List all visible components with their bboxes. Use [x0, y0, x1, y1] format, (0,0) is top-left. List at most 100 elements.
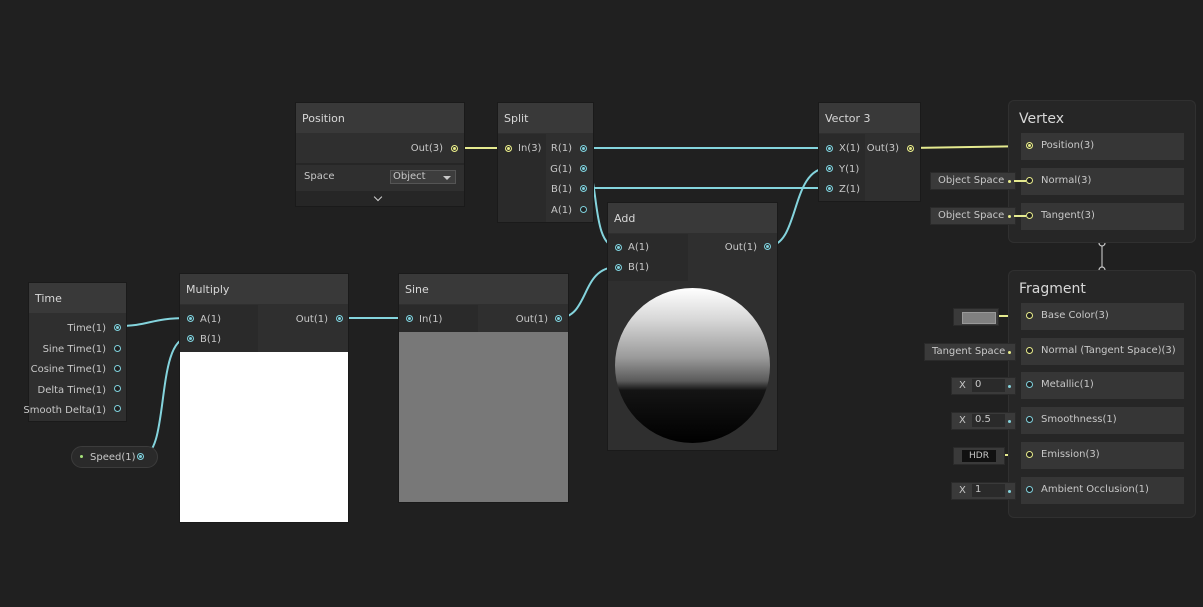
- fragment-slot-base-color[interactable]: Base Color(3): [1020, 302, 1185, 331]
- port-label: X(1): [839, 143, 861, 154]
- out-port-a[interactable]: [580, 206, 587, 213]
- out-port-cosine-time[interactable]: [114, 365, 121, 372]
- time-node[interactable]: Time Time(1) Sine Time(1) Cosine Time(1)…: [23, 283, 126, 421]
- value-field[interactable]: 0.5: [972, 414, 1005, 427]
- port-label: B(1): [628, 262, 650, 273]
- slot-port[interactable]: [1026, 347, 1033, 354]
- hdr-swatch[interactable]: HDR: [962, 450, 996, 462]
- context-title: Vertex: [1019, 111, 1065, 127]
- fragment-slot-metallic[interactable]: Metallic(1): [1020, 371, 1185, 400]
- property-indicator-icon: [80, 455, 83, 458]
- space-dropdown[interactable]: Object: [390, 170, 456, 184]
- node-title: Position: [302, 112, 345, 125]
- out-port[interactable]: [907, 145, 914, 152]
- preview-image: [180, 352, 348, 522]
- base-color-input[interactable]: [953, 308, 999, 326]
- in-port-z[interactable]: [826, 185, 833, 192]
- split-node[interactable]: Split In(3) R(1) G(1) B(1) A(1): [498, 103, 593, 222]
- input-dot-icon: [1008, 420, 1011, 423]
- out-port[interactable]: [555, 315, 562, 322]
- sine-node[interactable]: Sine In(1) Out(1): [399, 274, 568, 502]
- value-field[interactable]: 0: [972, 379, 1005, 392]
- out-port-b[interactable]: [580, 185, 587, 192]
- in-port-b[interactable]: [615, 264, 622, 271]
- node-title: Sine: [405, 283, 429, 296]
- vertex-slot-position[interactable]: Position(3): [1020, 132, 1185, 161]
- out-port[interactable]: [137, 453, 144, 460]
- slot-port[interactable]: [1026, 312, 1033, 319]
- port-label: Out(1): [515, 314, 548, 325]
- out-port[interactable]: [336, 315, 343, 322]
- node-title: Add: [614, 212, 636, 225]
- slot-port[interactable]: [1026, 416, 1033, 423]
- add-node[interactable]: Add A(1) B(1) Out(1): [608, 203, 777, 450]
- slot-port[interactable]: [1026, 381, 1033, 388]
- preview-image: [399, 332, 568, 502]
- slot-port[interactable]: [1026, 486, 1033, 493]
- preview-area: [608, 281, 777, 450]
- tangent-space-input[interactable]: Tangent Space: [924, 343, 1016, 361]
- in-port-x[interactable]: [826, 145, 833, 152]
- out-port-g[interactable]: [580, 165, 587, 172]
- out-port-r[interactable]: [580, 145, 587, 152]
- fragment-context[interactable]: Fragment Base Color(3) Normal (Tangent S…: [1009, 271, 1195, 517]
- input-dot-icon: [1008, 385, 1011, 388]
- context-title: Fragment: [1019, 281, 1086, 297]
- port-label: A(1): [628, 242, 650, 253]
- space-label: Space: [304, 171, 335, 182]
- out-port[interactable]: [764, 243, 771, 250]
- color-swatch[interactable]: [962, 312, 996, 324]
- normal-space-input[interactable]: Object Space: [930, 172, 1016, 190]
- out-port-smooth-delta[interactable]: [114, 405, 121, 412]
- property-label: Speed(1): [90, 452, 136, 463]
- vector3-node[interactable]: Vector 3 X(1) Y(1) Z(1) Out(3): [819, 103, 920, 201]
- smoothness-input[interactable]: X 0.5: [951, 412, 1016, 430]
- speed-property-node[interactable]: Speed(1): [71, 446, 158, 468]
- slot-port[interactable]: [1026, 177, 1033, 184]
- tangent-space-input[interactable]: Object Space: [930, 207, 1016, 225]
- in-port-a[interactable]: [187, 315, 194, 322]
- out-port-delta-time[interactable]: [114, 385, 121, 392]
- ambient-occlusion-input[interactable]: X 1: [951, 482, 1016, 500]
- axis-label: X: [959, 415, 966, 426]
- vertex-slot-normal[interactable]: Normal(3): [1020, 167, 1185, 196]
- in-port[interactable]: [505, 145, 512, 152]
- vertex-slot-tangent[interactable]: Tangent(3): [1020, 202, 1185, 231]
- value-field[interactable]: 1: [972, 484, 1005, 497]
- node-title: Multiply: [186, 283, 230, 296]
- emission-input[interactable]: HDR: [953, 447, 1005, 465]
- input-value: Object Space: [938, 210, 1005, 221]
- port-label: R(1): [550, 143, 572, 154]
- port-label: In(3): [518, 143, 542, 154]
- multiply-node[interactable]: Multiply A(1) B(1) Out(1): [180, 274, 348, 522]
- out-port[interactable]: [451, 145, 458, 152]
- node-title: Split: [504, 112, 529, 125]
- input-value: Object Space: [938, 175, 1005, 186]
- slot-port[interactable]: [1026, 212, 1033, 219]
- port-label: Out(1): [295, 314, 328, 325]
- port-label: Out(3): [866, 143, 899, 154]
- port-label: A(1): [550, 205, 572, 216]
- fragment-slot-smoothness[interactable]: Smoothness(1): [1020, 406, 1185, 435]
- out-port-time[interactable]: [114, 324, 121, 331]
- fragment-slot-ambient-occlusion[interactable]: Ambient Occlusion(1): [1020, 476, 1185, 505]
- port-label: Out(3): [410, 143, 443, 154]
- in-port-a[interactable]: [615, 244, 622, 251]
- position-node[interactable]: Position Out(3) Space Object: [296, 103, 464, 206]
- fragment-slot-normal[interactable]: Normal (Tangent Space)(3): [1020, 337, 1185, 366]
- axis-label: X: [959, 380, 966, 391]
- in-port-y[interactable]: [826, 165, 833, 172]
- in-port[interactable]: [406, 315, 413, 322]
- in-port-b[interactable]: [187, 335, 194, 342]
- out-port-sine-time[interactable]: [114, 345, 121, 352]
- vertex-context[interactable]: Vertex Position(3) Normal(3) Tangent(3): [1009, 101, 1195, 242]
- port-label: Cosine Time(1): [30, 364, 106, 375]
- slot-port[interactable]: [1026, 451, 1033, 458]
- slot-label: Position(3): [1041, 140, 1095, 151]
- node-title: Vector 3: [825, 112, 871, 125]
- slot-port[interactable]: [1026, 142, 1033, 149]
- sphere-preview: [615, 288, 770, 443]
- metallic-input[interactable]: X 0: [951, 377, 1016, 395]
- fragment-slot-emission[interactable]: Emission(3): [1020, 441, 1185, 470]
- dropdown-arrow-icon: [443, 176, 451, 180]
